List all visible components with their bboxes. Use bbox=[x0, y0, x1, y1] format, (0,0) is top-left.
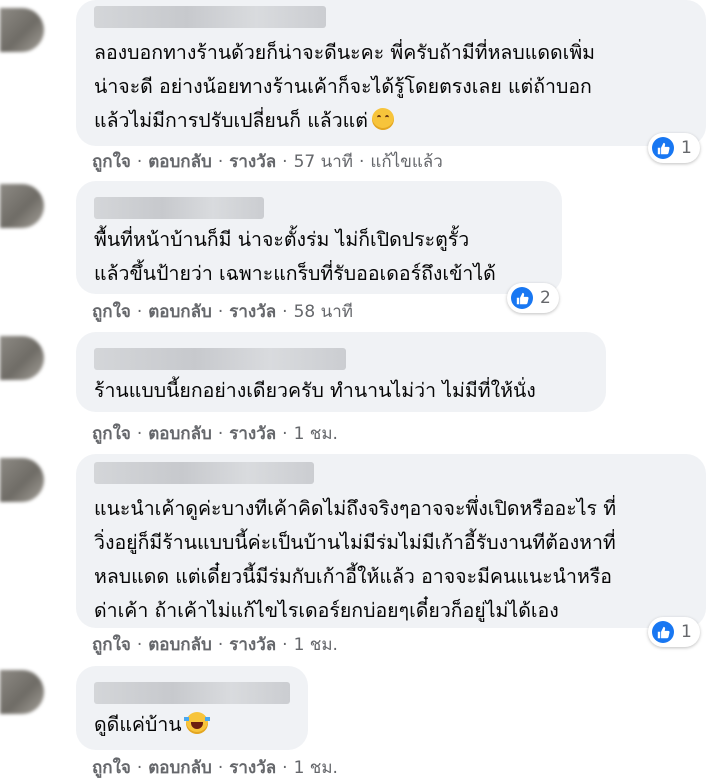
edited-label[interactable]: แก้ไขแล้ว bbox=[370, 152, 442, 172]
separator-dot: · bbox=[136, 635, 143, 655]
commenter-name-redacted[interactable] bbox=[94, 462, 314, 484]
commenter-name-redacted[interactable] bbox=[94, 197, 264, 219]
separator-dot: · bbox=[217, 152, 224, 172]
commenter-avatar[interactable] bbox=[0, 670, 44, 714]
separator-dot: · bbox=[136, 152, 143, 172]
comment-actions: ถูกใจ · ตอบกลับ · รางวัล · 58 นาที bbox=[92, 301, 353, 323]
reaction-summary[interactable]: 2 bbox=[507, 283, 559, 313]
comment-bubble: ร้านแบบนี้ยกอย่างเดียวครับ ทำนานไม่ว่า ไ… bbox=[76, 332, 606, 412]
reaction-count: 1 bbox=[681, 138, 692, 158]
award-link[interactable]: รางวัล bbox=[229, 302, 276, 322]
comment-actions: ถูกใจ · ตอบกลับ · รางวัล · 57 นาที · แก้ไขแล้ว bbox=[92, 151, 443, 173]
comment-line: ลองบอกทางร้านด้วยก็น่าจะดีนะคะ พี่ครับถ้… bbox=[94, 41, 596, 64]
like-link[interactable]: ถูกใจ bbox=[92, 302, 131, 322]
separator-dot: · bbox=[282, 302, 288, 322]
comment-line: ดูดีแค่บ้าน bbox=[94, 708, 294, 742]
timestamp[interactable]: 1 ชม. bbox=[294, 424, 338, 444]
comment-line: ด่าเค้า ถ้าเค้าไม่แก้ไขไรเดอร์ยกบ่อยๆเดี… bbox=[94, 599, 559, 622]
comment-text: ลองบอกทางร้านด้วยก็น่าจะดีนะคะ พี่ครับถ้… bbox=[94, 36, 692, 138]
comment-text: ร้านแบบนี้ยกอย่างเดียวครับ ทำนานไม่ว่า ไ… bbox=[94, 374, 592, 408]
separator-dot: · bbox=[136, 424, 143, 444]
timestamp[interactable]: 1 ชม. bbox=[294, 635, 338, 655]
commenter-avatar[interactable] bbox=[0, 458, 44, 502]
like-link[interactable]: ถูกใจ bbox=[92, 152, 131, 172]
commenter-avatar[interactable] bbox=[0, 184, 44, 228]
reply-link[interactable]: ตอบกลับ bbox=[148, 635, 212, 655]
reply-link[interactable]: ตอบกลับ bbox=[148, 302, 212, 322]
comment-text: แนะนำเค้าดูค่ะบางทีเค้าคิดไม่ถึงจริงๆอาจ… bbox=[94, 492, 692, 628]
separator-dot: · bbox=[359, 152, 365, 172]
timestamp[interactable]: 57 นาที bbox=[294, 152, 353, 172]
comment-bubble: ดูดีแค่บ้าน bbox=[76, 666, 308, 750]
reaction-summary[interactable]: 1 bbox=[648, 133, 700, 163]
comment-text: ดูดีแค่บ้าน bbox=[94, 708, 294, 742]
commenter-name-redacted[interactable] bbox=[94, 682, 290, 704]
comment-actions: ถูกใจ · ตอบกลับ · รางวัล · 1 ชม. bbox=[92, 634, 338, 656]
like-link[interactable]: ถูกใจ bbox=[92, 635, 131, 655]
timestamp[interactable]: 1 ชม. bbox=[294, 758, 338, 778]
timestamp[interactable]: 58 นาที bbox=[294, 302, 353, 322]
thumbs-up-icon bbox=[652, 137, 674, 159]
award-link[interactable]: รางวัล bbox=[229, 758, 276, 778]
separator-dot: · bbox=[217, 424, 224, 444]
like-link[interactable]: ถูกใจ bbox=[92, 758, 131, 778]
thumbs-up-icon bbox=[511, 287, 533, 309]
comment-actions: ถูกใจ · ตอบกลับ · รางวัล · 1 ชม. bbox=[92, 423, 338, 445]
comment-text: พื้นที่หน้าบ้านก็มี น่าจะตั้งร่ม ไม่ก็เป… bbox=[94, 223, 548, 291]
separator-dot: · bbox=[136, 758, 143, 778]
award-link[interactable]: รางวัล bbox=[229, 635, 276, 655]
comment-actions: ถูกใจ · ตอบกลับ · รางวัล · 1 ชม. bbox=[92, 757, 338, 779]
smiling-face-emoji-icon bbox=[371, 108, 394, 130]
comment-bubble: พื้นที่หน้าบ้านก็มี น่าจะตั้งร่ม ไม่ก็เป… bbox=[76, 181, 562, 294]
comment-line: ร้านแบบนี้ยกอย่างเดียวครับ ทำนานไม่ว่า ไ… bbox=[94, 379, 536, 402]
separator-dot: · bbox=[282, 758, 288, 778]
separator-dot: · bbox=[217, 758, 224, 778]
commenter-avatar[interactable] bbox=[0, 336, 44, 380]
comment-bubble: แนะนำเค้าดูค่ะบางทีเค้าคิดไม่ถึงจริงๆอาจ… bbox=[76, 454, 706, 628]
comment-line: แล้วไม่มีการปรับเปลี่ยนก็ แล้วแต่ bbox=[94, 104, 692, 138]
like-link[interactable]: ถูกใจ bbox=[92, 424, 131, 444]
separator-dot: · bbox=[217, 635, 224, 655]
commenter-name-redacted[interactable] bbox=[94, 348, 346, 370]
separator-dot: · bbox=[282, 635, 288, 655]
reaction-count: 1 bbox=[681, 622, 692, 642]
commenter-avatar[interactable] bbox=[0, 8, 44, 52]
reaction-summary[interactable]: 1 bbox=[648, 617, 700, 647]
separator-dot: · bbox=[282, 424, 288, 444]
comment-line: วิ่งอยู่ก็มีร้านแบบนี้ค่ะเป็นบ้านไม่มีร่… bbox=[94, 531, 616, 554]
reply-link[interactable]: ตอบกลับ bbox=[148, 152, 212, 172]
comment-line: แล้วขึ้นป้ายว่า เฉพาะแกร็บที่รับออเดอร์ถ… bbox=[94, 262, 496, 285]
reply-link[interactable]: ตอบกลับ bbox=[148, 424, 212, 444]
commenter-name-redacted[interactable] bbox=[94, 6, 326, 28]
comment-line: พื้นที่หน้าบ้านก็มี น่าจะตั้งร่ม ไม่ก็เป… bbox=[94, 228, 470, 251]
separator-dot: · bbox=[217, 302, 224, 322]
comment-line: น่าจะดี อย่างน้อยทางร้านเค้าก็จะได้รู้โด… bbox=[94, 75, 592, 98]
award-link[interactable]: รางวัล bbox=[229, 424, 276, 444]
reply-link[interactable]: ตอบกลับ bbox=[148, 758, 212, 778]
separator-dot: · bbox=[282, 152, 288, 172]
separator-dot: · bbox=[136, 302, 143, 322]
comment-line: หลบแดด แต่เดี๋ยวนี้มีร่มกับเก้าอี้ให้แล้… bbox=[94, 565, 612, 588]
reaction-count: 2 bbox=[540, 288, 551, 308]
award-link[interactable]: รางวัล bbox=[229, 152, 276, 172]
rolling-on-floor-laughing-emoji-icon bbox=[183, 712, 210, 734]
thumbs-up-icon bbox=[652, 621, 674, 643]
comment-line: แนะนำเค้าดูค่ะบางทีเค้าคิดไม่ถึงจริงๆอาจ… bbox=[94, 497, 617, 520]
comment-bubble: ลองบอกทางร้านด้วยก็น่าจะดีนะคะ พี่ครับถ้… bbox=[76, 0, 706, 146]
